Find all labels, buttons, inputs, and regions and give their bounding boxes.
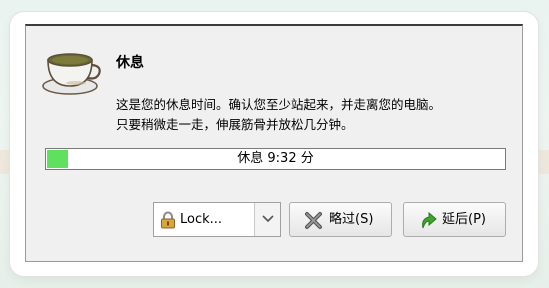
rest-break-dialog: 休息 这是您的休息时间。确认您至少站起来，并走离您的电脑。 只要稍微走一走，伸展… <box>25 24 523 262</box>
dropdown-arrow[interactable] <box>254 203 280 236</box>
coffee-cup-icon <box>42 53 101 95</box>
lock-dropdown[interactable]: Lock... <box>153 202 281 237</box>
skip-button[interactable]: 略过(S) <box>289 202 392 237</box>
x-icon <box>305 212 322 229</box>
postpone-button[interactable]: 延后(P) <box>403 202 506 237</box>
dialog-title: 休息 <box>116 55 144 71</box>
chevron-down-icon <box>262 215 274 223</box>
message-line-2: 只要稍微走一走，伸展筋骨并放松几分钟。 <box>116 117 354 132</box>
lock-dropdown-value: Lock... <box>180 212 223 227</box>
progress-label: 休息 9:32 分 <box>237 151 314 166</box>
curved-arrow-icon <box>422 211 437 229</box>
break-progress-bar: 休息 9:32 分 <box>45 148 506 170</box>
postpone-button-label: 延后(P) <box>442 212 486 227</box>
lock-icon <box>161 211 175 229</box>
skip-button-label: 略过(S) <box>329 212 374 227</box>
dialog-message: 这是您的休息时间。确认您至少站起来，并走离您的电脑。 只要稍微走一走，伸展筋骨并… <box>116 95 441 135</box>
message-line-1: 这是您的休息时间。确认您至少站起来，并走离您的电脑。 <box>116 97 442 112</box>
